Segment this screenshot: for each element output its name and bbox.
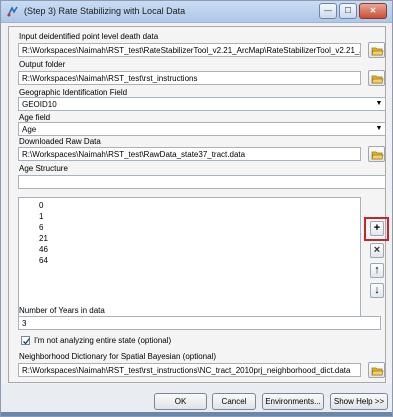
age-structure-label: Age Structure bbox=[19, 164, 68, 173]
folder-open-icon bbox=[371, 367, 384, 376]
tool-icon bbox=[7, 6, 18, 17]
list-item[interactable]: 1 bbox=[39, 212, 43, 221]
chevron-down-icon: ▼ bbox=[375, 125, 383, 132]
browse-neighborhood-button[interactable] bbox=[368, 362, 385, 378]
output-folder-field[interactable]: R:\Workspaces\Naimah\RST_test\rst_instru… bbox=[18, 71, 361, 85]
browse-input-button[interactable] bbox=[368, 42, 385, 58]
move-up-button[interactable]: ↑ bbox=[370, 263, 384, 278]
input-data-label: Input deidentified point level death dat… bbox=[19, 32, 159, 41]
geo-id-label: Geographic Identification Field bbox=[19, 88, 128, 97]
partial-state-checkbox[interactable] bbox=[21, 336, 31, 345]
neighborhood-field[interactable]: R:\Workspaces\Naimah\RST_test\rst_instru… bbox=[18, 363, 361, 377]
tool-dialog: (Step 3) Rate Stabilizing with Local Dat… bbox=[0, 0, 393, 417]
age-structure-input[interactable] bbox=[18, 175, 386, 189]
folder-open-icon bbox=[371, 75, 384, 84]
age-field-value: Age bbox=[22, 125, 37, 134]
show-help-button[interactable]: Show Help >> bbox=[330, 393, 388, 410]
age-field-dropdown[interactable]: Age ▼ bbox=[18, 122, 386, 136]
environments-button[interactable]: Environments... bbox=[262, 393, 324, 410]
parameters-pane: Input deidentified point level death dat… bbox=[8, 26, 389, 383]
raw-data-label: Downloaded Raw Data bbox=[19, 137, 101, 146]
list-item[interactable]: 64 bbox=[39, 256, 48, 265]
checkmark-icon bbox=[23, 338, 31, 345]
years-field[interactable]: 3 bbox=[18, 316, 381, 330]
move-down-button[interactable]: ↓ bbox=[370, 283, 384, 298]
remove-item-button[interactable]: × bbox=[370, 243, 384, 258]
add-item-button[interactable]: + bbox=[370, 221, 384, 236]
window-bottom-border bbox=[1, 412, 392, 416]
chevron-down-icon: ▼ bbox=[375, 100, 383, 107]
age-field-label: Age field bbox=[19, 113, 51, 122]
geo-id-dropdown[interactable]: GEOID10 ▼ bbox=[18, 97, 386, 111]
list-item[interactable]: 0 bbox=[39, 201, 43, 210]
list-item[interactable]: 21 bbox=[39, 234, 48, 243]
geo-id-value: GEOID10 bbox=[22, 100, 57, 109]
title-bar[interactable]: (Step 3) Rate Stabilizing with Local Dat… bbox=[1, 1, 392, 23]
browse-output-button[interactable] bbox=[368, 70, 385, 86]
window-title: (Step 3) Rate Stabilizing with Local Dat… bbox=[24, 6, 186, 16]
folder-open-icon bbox=[371, 151, 384, 160]
years-label: Number of Years in data bbox=[19, 306, 105, 315]
ok-button[interactable]: OK bbox=[154, 393, 207, 410]
output-folder-label: Output folder bbox=[19, 60, 66, 69]
folder-open-icon bbox=[371, 47, 384, 56]
partial-state-label: I'm not analyzing entire state (optional… bbox=[34, 336, 172, 345]
input-data-field[interactable]: R:\Workspaces\Naimah\RST_test\RateStabil… bbox=[18, 43, 361, 57]
neighborhood-label: Neighborhood Dictionary for Spatial Baye… bbox=[19, 352, 216, 361]
list-item[interactable]: 6 bbox=[39, 223, 43, 232]
cancel-button[interactable]: Cancel bbox=[212, 393, 256, 410]
raw-data-field[interactable]: R:\Workspaces\Naimah\RST_test\RawData_st… bbox=[18, 147, 361, 161]
browse-raw-data-button[interactable] bbox=[368, 146, 385, 162]
maximize-button[interactable]: ☐ bbox=[339, 3, 357, 19]
list-item[interactable]: 46 bbox=[39, 245, 48, 254]
close-button[interactable]: ✕ bbox=[359, 3, 387, 19]
minimize-button[interactable]: — bbox=[319, 3, 337, 19]
